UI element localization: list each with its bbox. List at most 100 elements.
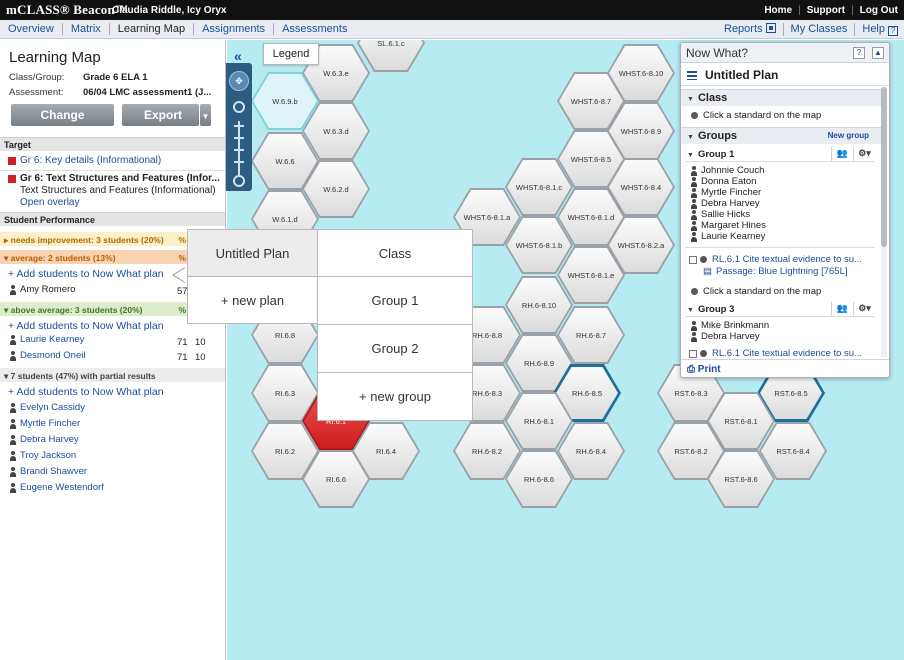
my-classes-link[interactable]: My Classes xyxy=(784,23,856,36)
nav-bar: Overview Matrix Learning Map Assignments… xyxy=(0,20,904,39)
page-title: Learning Map xyxy=(9,49,101,66)
student-row[interactable]: Myrtle Fincher xyxy=(10,418,80,429)
zoom-tick xyxy=(234,149,244,151)
top-links: Home | Support | Log Out xyxy=(764,5,898,16)
chevron-down-icon: ▼ xyxy=(201,112,210,121)
help-link[interactable]: Help? xyxy=(855,23,898,36)
tab-matrix[interactable]: Matrix xyxy=(63,23,110,35)
student-row[interactable]: Evelyn Cassidy xyxy=(10,402,85,413)
group-student[interactable]: Johnnie Couch xyxy=(691,165,764,176)
logout-link[interactable]: Log Out xyxy=(860,5,898,16)
person-icon xyxy=(10,334,16,345)
tab-assessments[interactable]: Assessments xyxy=(274,23,355,35)
zoom-slider[interactable] xyxy=(238,121,240,175)
person-icon xyxy=(691,176,697,187)
standard-dot-icon xyxy=(691,288,698,295)
add-students-link[interactable]: + Add students to Now What plan xyxy=(8,320,164,332)
chevron-down-icon: ▾ xyxy=(4,305,9,315)
new-group-button[interactable]: + new group xyxy=(317,372,473,421)
collapse-panel-icon[interactable]: « xyxy=(234,48,242,64)
user-name: Claudia Riddle, Icy Oryx xyxy=(112,5,227,16)
settings-icon[interactable]: ⚙▾ xyxy=(853,302,875,316)
change-selections-button[interactable]: Change Selections xyxy=(11,104,114,144)
group-student[interactable]: Debra Harvey xyxy=(691,331,760,342)
list-icon xyxy=(687,71,697,80)
external-icon xyxy=(765,23,776,33)
target-header: Target xyxy=(0,137,225,151)
class-section-header[interactable]: ▼ Class xyxy=(681,89,881,106)
group-student[interactable]: Margaret Hines xyxy=(691,220,766,231)
add-to-plan-popup: Untitled Plan + new plan Class Group 1 G… xyxy=(187,229,473,421)
add-students-link[interactable]: + Add students to Now What plan xyxy=(8,386,164,398)
add-students-link[interactable]: + Add students to Now What plan xyxy=(8,268,164,280)
passage-row[interactable]: ▤ Passage: Blue Lightning [765L] xyxy=(703,266,848,277)
collapse-icon[interactable]: ▲ xyxy=(872,47,884,59)
plan-title[interactable]: Untitled Plan xyxy=(681,64,889,86)
student-performance-header: Student Performance xyxy=(0,212,225,226)
person-icon xyxy=(10,450,16,461)
zoom-tick xyxy=(234,125,244,127)
group-student[interactable]: Myrtle Fincher xyxy=(691,187,761,198)
home-link[interactable]: Home xyxy=(764,5,792,16)
student-row[interactable]: Debra Harvey xyxy=(10,434,79,445)
checkbox[interactable] xyxy=(689,255,697,264)
student-row[interactable]: Desmond Oneil xyxy=(10,350,85,361)
person-icon xyxy=(10,350,16,361)
group-student[interactable]: Mike Brinkmann xyxy=(691,320,769,331)
student-row[interactable]: Eugene Westendorf xyxy=(10,482,104,493)
group-1-header[interactable]: ▼ Group 1 👥 ⚙▾ xyxy=(685,147,875,162)
group-3-header[interactable]: ▼ Group 3 👥 ⚙▾ xyxy=(685,302,875,317)
student-row[interactable]: Troy Jackson xyxy=(10,450,76,461)
group-student[interactable]: Sallie Hicks xyxy=(691,209,750,220)
group-student[interactable]: Debra Harvey xyxy=(691,198,760,209)
tab-assignments[interactable]: Assignments xyxy=(194,23,275,35)
new-group-link[interactable]: New group xyxy=(828,131,869,140)
help-icon[interactable]: ? xyxy=(853,47,865,59)
group-2-option[interactable]: Group 2 xyxy=(317,324,473,373)
target-item-1[interactable]: Gr 6: Key details (Informational) xyxy=(8,155,161,167)
print-button[interactable]: ⎙ Print xyxy=(681,359,889,377)
map-zoom-tools: ✥ xyxy=(226,63,252,191)
export-button[interactable]: Export xyxy=(122,104,199,126)
groups-section-header[interactable]: ▼ Groups New group xyxy=(681,127,881,144)
standard-row[interactable]: RL.6.1 Cite textual evidence to su... xyxy=(689,254,862,265)
chevron-down-icon: ▾ xyxy=(4,253,9,263)
reports-link[interactable]: Reports xyxy=(717,23,784,36)
person-icon xyxy=(691,220,697,231)
click-standard-hint: Click a standard on the map xyxy=(691,110,821,121)
class-value: Grade 6 ELA 1 xyxy=(83,72,148,83)
class-option[interactable]: Class xyxy=(317,229,473,277)
tab-overview[interactable]: Overview xyxy=(0,23,63,35)
hex-standard[interactable]: SL.6.1.c xyxy=(357,40,425,72)
tab-learning-map[interactable]: Learning Map xyxy=(110,23,195,35)
student-row[interactable]: Brandi Shawver xyxy=(10,466,87,477)
legend-button[interactable]: Legend xyxy=(263,43,319,65)
chevron-down-icon: ▼ xyxy=(687,134,694,141)
plan-option-untitled[interactable]: Untitled Plan xyxy=(187,229,318,277)
zoom-out-icon[interactable] xyxy=(233,175,245,187)
add-student-icon[interactable]: 👥 xyxy=(831,147,853,161)
settings-icon[interactable]: ⚙▾ xyxy=(853,147,875,161)
student-row[interactable]: Laurie Kearney xyxy=(10,334,84,345)
checkbox[interactable] xyxy=(689,349,697,358)
person-icon xyxy=(691,231,697,242)
group-1-option[interactable]: Group 1 xyxy=(317,276,473,325)
brand-logo: mCLASS® Beacon™ xyxy=(6,2,129,17)
student-score: 57 xyxy=(177,286,188,297)
zoom-in-icon[interactable] xyxy=(233,101,245,113)
pan-control-icon[interactable]: ✥ xyxy=(229,71,249,91)
student-score: 71 xyxy=(177,337,188,348)
new-plan-button[interactable]: + new plan xyxy=(187,276,318,324)
person-icon xyxy=(10,434,16,445)
group-student[interactable]: Laurie Kearney xyxy=(691,231,765,242)
standard-row[interactable]: RL.6.1 Cite textual evidence to su... xyxy=(689,348,862,359)
top-bar: mCLASS® Beacon™ Claudia Riddle, Icy Oryx… xyxy=(0,0,904,20)
panel-scrollbar[interactable] xyxy=(881,87,887,357)
add-student-icon[interactable]: 👥 xyxy=(831,302,853,316)
export-dropdown-button[interactable]: ▼ xyxy=(200,104,211,126)
open-overlay-link[interactable]: Open overlay xyxy=(20,197,79,208)
help-icon: ? xyxy=(888,26,898,36)
student-row[interactable]: Amy Romero xyxy=(10,284,75,295)
support-link[interactable]: Support xyxy=(807,5,845,16)
group-student[interactable]: Donna Eaton xyxy=(691,176,756,187)
